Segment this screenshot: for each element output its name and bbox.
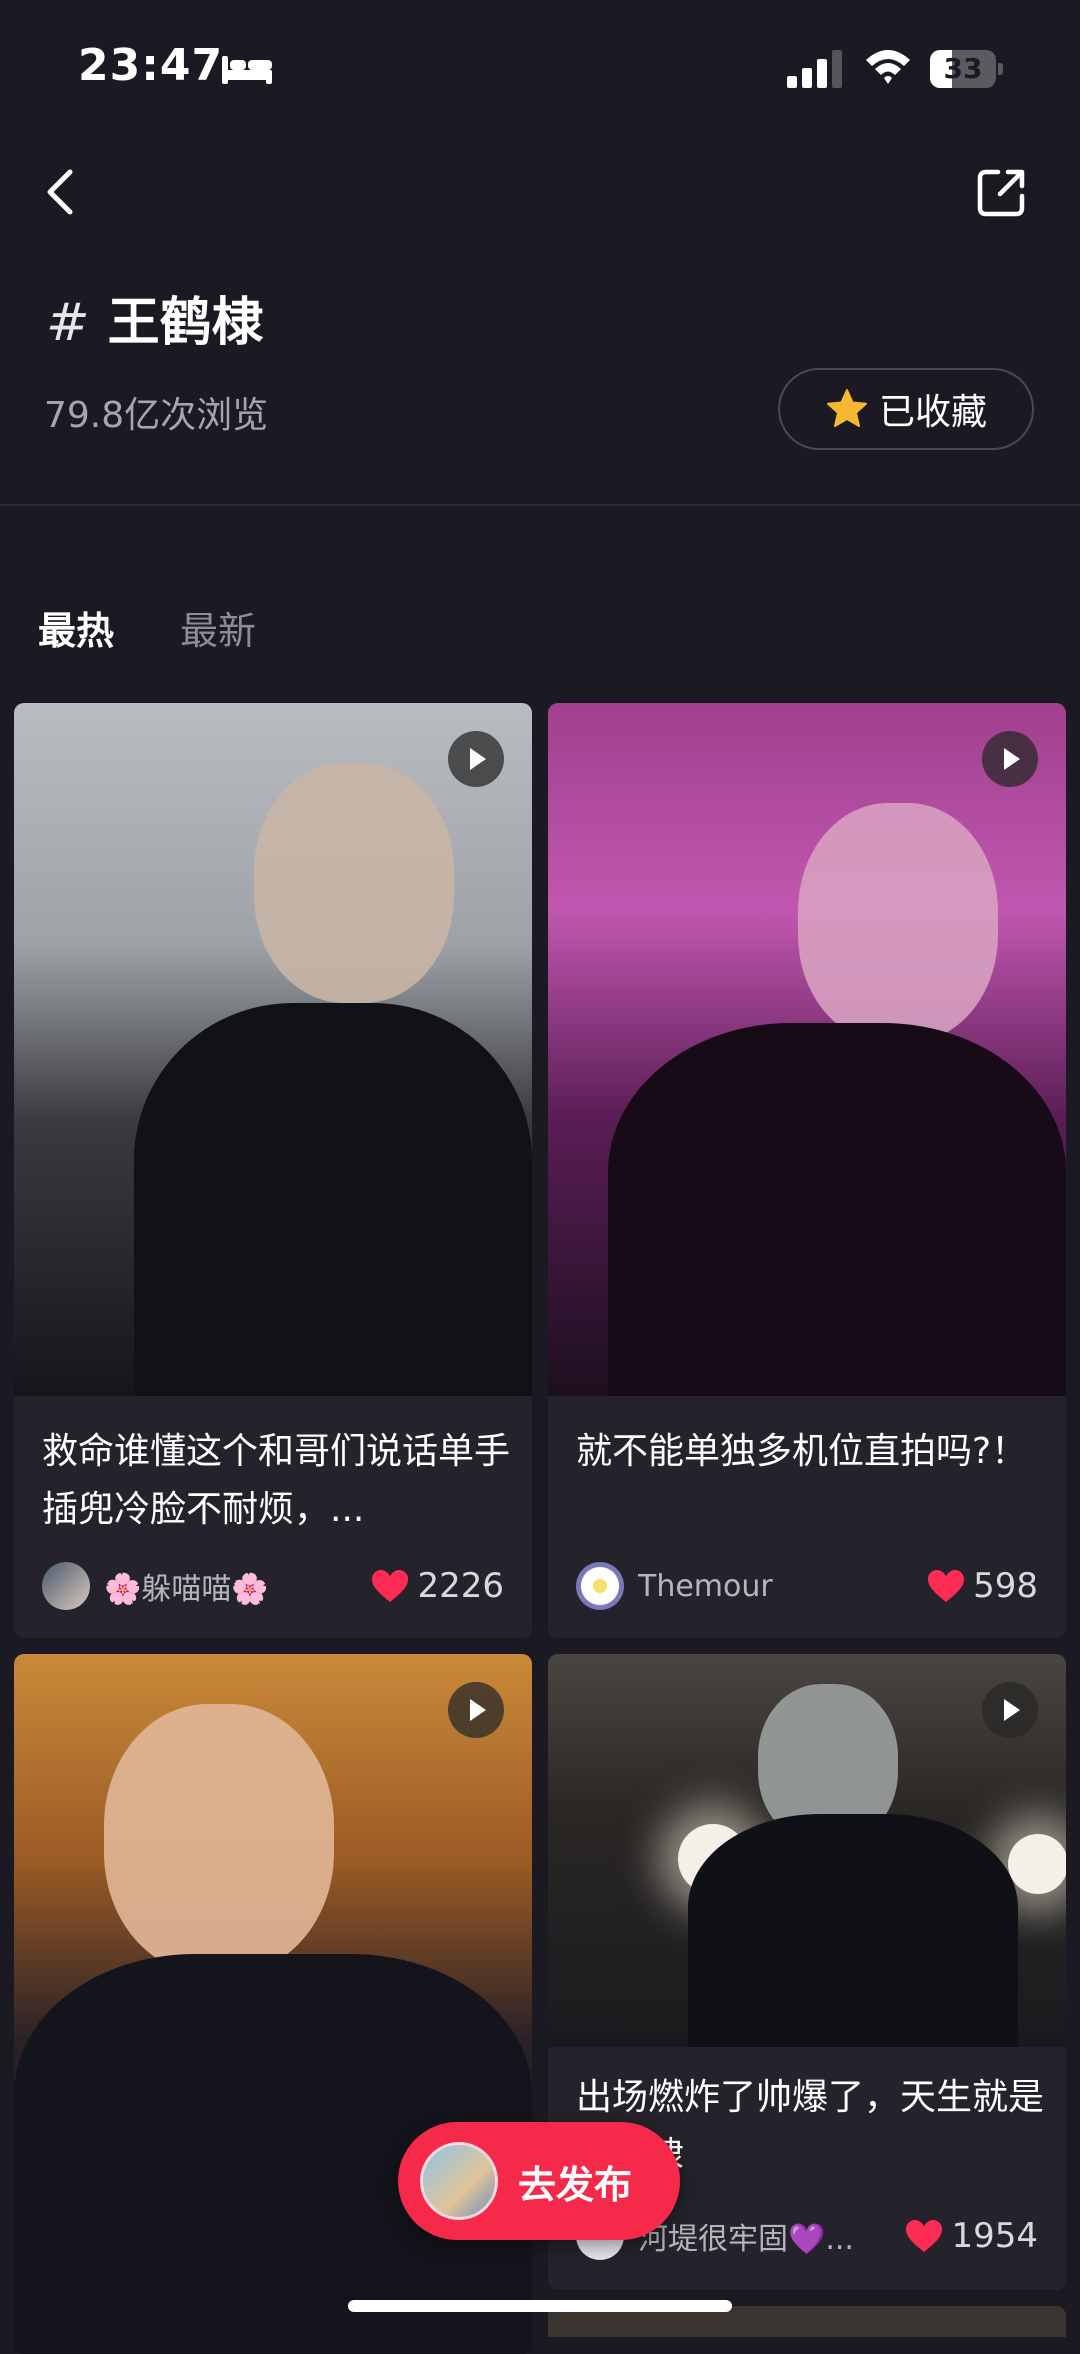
battery-indicator: 33 xyxy=(930,50,1004,88)
like-count[interactable]: 1954 xyxy=(905,2216,1038,2256)
sleep-mode-icon xyxy=(222,56,272,84)
favorite-label: 已收藏 xyxy=(878,392,987,433)
publish-label: 去发布 xyxy=(518,2162,633,2207)
play-icon xyxy=(448,1682,504,1738)
play-icon xyxy=(448,731,504,787)
post-thumbnail xyxy=(548,703,1066,1396)
author-name[interactable]: 🌸躲喵喵🌸 xyxy=(104,1564,371,1608)
back-button[interactable] xyxy=(30,160,94,224)
author-name[interactable]: Themour xyxy=(638,1569,927,1604)
post-meta: 🌸躲喵喵🌸 2226 xyxy=(42,1560,504,1612)
author-avatar[interactable] xyxy=(576,1562,624,1610)
like-count[interactable]: 598 xyxy=(927,1566,1038,1606)
view-count: 79.8亿次浏览 xyxy=(44,395,269,436)
favorite-button[interactable]: 已收藏 xyxy=(778,368,1034,450)
post-meta: Themour 598 xyxy=(576,1560,1038,1612)
heart-icon xyxy=(906,2220,943,2252)
post-title: 就不能单独多机位直拍吗?！ xyxy=(576,1431,1028,1472)
post-card[interactable]: 救命谁懂这个和哥们说话单手插兜冷脸不耐烦，... 🌸躲喵喵🌸 2226 xyxy=(14,703,532,1638)
tab-hot[interactable]: 最热 xyxy=(38,600,114,655)
post-card[interactable] xyxy=(14,1654,532,2354)
play-icon xyxy=(982,731,1038,787)
like-number: 1954 xyxy=(951,2216,1038,2256)
play-icon xyxy=(982,1682,1038,1738)
like-number: 598 xyxy=(973,1566,1038,1606)
share-button[interactable] xyxy=(970,160,1034,224)
header-divider xyxy=(0,504,1080,506)
hashtag-icon: # xyxy=(46,293,90,353)
like-count[interactable]: 2226 xyxy=(371,1566,504,1606)
cellular-signal-icon xyxy=(787,50,842,88)
heart-icon xyxy=(372,1570,409,1602)
battery-percent: 33 xyxy=(943,52,983,85)
topic-name: 王鹤棣 xyxy=(107,293,264,353)
author-name[interactable]: 河堤很牢固💜... xyxy=(638,2214,905,2258)
publish-button[interactable]: 去发布 xyxy=(398,2122,680,2240)
status-time: 23:47 xyxy=(78,40,224,91)
wifi-icon xyxy=(866,50,910,84)
user-avatar xyxy=(420,2142,498,2220)
home-indicator[interactable] xyxy=(348,2300,732,2312)
post-thumbnail xyxy=(14,1654,532,2354)
heart-icon xyxy=(928,1570,965,1602)
post-title: 救命谁懂这个和哥们说话单手插兜冷脸不耐烦，... xyxy=(42,1431,511,1530)
author-avatar[interactable] xyxy=(42,1562,90,1610)
like-number: 2226 xyxy=(417,1566,504,1606)
post-thumbnail xyxy=(14,703,532,1396)
topic-title: # 王鹤棣 xyxy=(46,280,264,355)
post-card[interactable]: 就不能单独多机位直拍吗?！ Themour 598 xyxy=(548,703,1066,1638)
star-icon xyxy=(826,389,867,427)
tab-new[interactable]: 最新 xyxy=(180,600,256,655)
